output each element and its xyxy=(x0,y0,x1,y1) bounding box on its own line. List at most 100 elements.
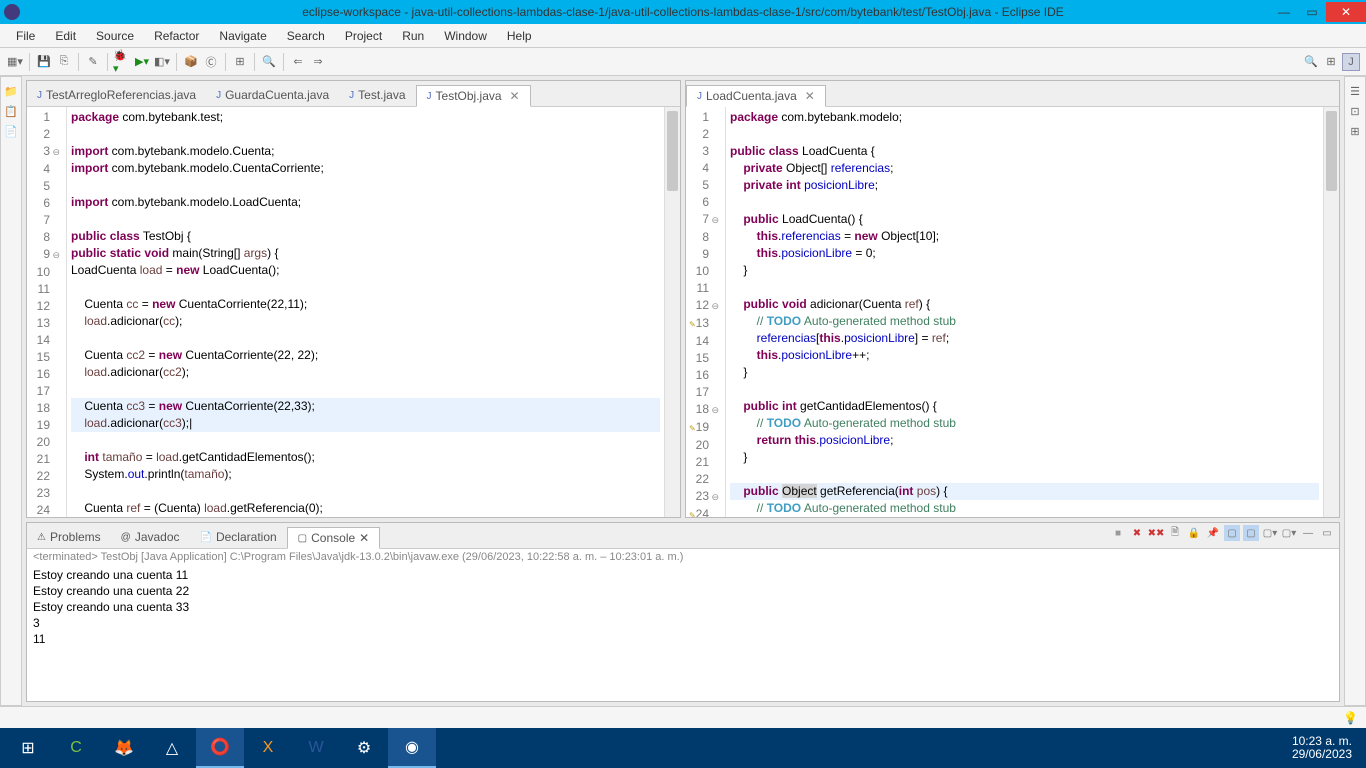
btab-problems[interactable]: ⚠ Problems xyxy=(27,526,111,548)
start-button[interactable]: ⊞ xyxy=(4,728,52,768)
btab-declaration[interactable]: 📄 Declaration xyxy=(190,526,287,548)
package-explorer-icon[interactable]: 📁 xyxy=(3,83,19,99)
new-icon[interactable]: ▦▾ xyxy=(6,53,24,71)
open-console-icon[interactable]: ▢▾ xyxy=(1262,525,1278,541)
btab-console[interactable]: ▢ Console ✕ xyxy=(287,527,381,549)
close-button[interactable]: ✕ xyxy=(1326,2,1366,22)
java-file-icon: J xyxy=(216,90,221,101)
bottom-pane: ⚠ Problems@ Javadoc📄 Declaration▢ Consol… xyxy=(26,522,1340,702)
editor-left: JTestArregloReferencias.javaJGuardaCuent… xyxy=(26,80,681,518)
pin-console-icon[interactable]: 📌 xyxy=(1205,525,1221,541)
minimize-button[interactable]: — xyxy=(1270,2,1298,22)
scroll-lock-icon[interactable]: 🔒 xyxy=(1186,525,1202,541)
nav-fwd-icon[interactable]: ⇒ xyxy=(309,53,327,71)
menu-window[interactable]: Window xyxy=(434,27,497,45)
tab-guardacuenta-java[interactable]: JGuardaCuenta.java xyxy=(206,84,339,106)
menu-project[interactable]: Project xyxy=(335,27,392,45)
paste-icon[interactable]: 📄 xyxy=(3,123,19,139)
task-chrome[interactable]: ⭕ xyxy=(196,728,244,768)
task-vlc[interactable]: △ xyxy=(148,728,196,768)
main-toolbar: ▦▾ 💾 ⎘ ✎ 🐞▾ ▶▾ ◧▾ 📦 Ⓒ ⊞ 🔍 ⇐ ⇒ 🔍 ⊞ J xyxy=(0,48,1366,76)
menu-source[interactable]: Source xyxy=(86,27,144,45)
editor-right: JLoadCuenta.java✕ 1234567⊖89101112⊖✎1314… xyxy=(685,80,1340,518)
task-camtasia[interactable]: C xyxy=(52,728,100,768)
minimize-view-icon[interactable]: — xyxy=(1300,525,1316,541)
save-all-icon[interactable]: ⎘ xyxy=(55,53,73,71)
run-icon[interactable]: ▶▾ xyxy=(133,53,151,71)
new-package-icon[interactable]: 📦 xyxy=(182,53,200,71)
menu-refactor[interactable]: Refactor xyxy=(144,27,209,45)
clock-date: 29/06/2023 xyxy=(1292,748,1352,761)
task-xampp[interactable]: X xyxy=(244,728,292,768)
editor-tabs-right: JLoadCuenta.java✕ xyxy=(686,81,1339,107)
menu-file[interactable]: File xyxy=(6,27,45,45)
menu-run[interactable]: Run xyxy=(392,27,434,45)
tab-testarregloreferencias-java[interactable]: JTestArregloReferencias.java xyxy=(27,84,206,106)
remove-launch-icon[interactable]: ✖ xyxy=(1129,525,1145,541)
console-output[interactable]: Estoy creando una cuenta 11Estoy creando… xyxy=(27,565,1339,701)
task-word[interactable]: W xyxy=(292,728,340,768)
save-icon[interactable]: 💾 xyxy=(35,53,53,71)
task-firefox[interactable]: 🦊 xyxy=(100,728,148,768)
quick-access-icon[interactable]: 🔍 xyxy=(1302,53,1320,71)
maximize-button[interactable]: ▭ xyxy=(1298,2,1326,22)
java-perspective-icon[interactable]: J xyxy=(1342,53,1360,71)
editor-tabs-left: JTestArregloReferencias.javaJGuardaCuent… xyxy=(27,81,680,107)
wand-icon[interactable]: ✎ xyxy=(84,53,102,71)
java-file-icon: J xyxy=(697,91,702,102)
gutter-left: 123⊖456789⊖10111213141516171819202122232… xyxy=(27,107,67,517)
btab-javadoc[interactable]: @ Javadoc xyxy=(111,526,190,548)
code-left[interactable]: package com.bytebank.test; import com.by… xyxy=(67,107,664,517)
remove-all-icon[interactable]: ✖✖ xyxy=(1148,525,1164,541)
titlebar: eclipse-workspace - java-util-collection… xyxy=(0,0,1366,24)
nav-back-icon[interactable]: ⇐ xyxy=(289,53,307,71)
show-console-icon[interactable]: ▢ xyxy=(1224,525,1240,541)
tab-testobj-java[interactable]: JTestObj.java✕ xyxy=(416,85,531,107)
menu-help[interactable]: Help xyxy=(497,27,542,45)
left-trim-stack: 📁 📋 📄 xyxy=(0,76,22,706)
code-right[interactable]: package com.bytebank.modelo; public clas… xyxy=(726,107,1323,517)
perspective-open-icon[interactable]: ⊞ xyxy=(1322,53,1340,71)
menu-navigate[interactable]: Navigate xyxy=(209,27,276,45)
scrollbar-right[interactable] xyxy=(1323,107,1339,517)
right-trim-stack: ☰ ⊡ ⊞ xyxy=(1344,76,1366,706)
tab-test-java[interactable]: JTest.java xyxy=(339,84,415,106)
menu-search[interactable]: Search xyxy=(277,27,335,45)
system-tray[interactable]: 10:23 a. m. 29/06/2023 xyxy=(1282,735,1362,761)
navigator-icon[interactable]: 📋 xyxy=(3,103,19,119)
terminate-icon[interactable]: ■ xyxy=(1110,525,1126,541)
search-icon[interactable]: 🔍 xyxy=(260,53,278,71)
new-console-icon[interactable]: ▢▾ xyxy=(1281,525,1297,541)
statusbar: 💡 xyxy=(0,706,1366,728)
gutter-right: 1234567⊖89101112⊖✎131415161718⊖✎19202122… xyxy=(686,107,726,517)
console-toolbar: ■ ✖ ✖✖ 🗎 🔒 📌 ▢ ▢ ▢▾ ▢▾ — ▭ xyxy=(1110,525,1335,541)
menubar: FileEditSourceRefactorNavigateSearchProj… xyxy=(0,24,1366,48)
close-tab-icon[interactable]: ✕ xyxy=(805,89,815,103)
outline-icon[interactable]: ⊡ xyxy=(1347,103,1363,119)
task-list-icon[interactable]: ☰ xyxy=(1347,83,1363,99)
task-eclipse[interactable]: ◉ xyxy=(388,728,436,768)
java-file-icon: J xyxy=(427,91,432,102)
tab-loadcuenta-java[interactable]: JLoadCuenta.java✕ xyxy=(686,85,826,107)
bottom-tabs: ⚠ Problems@ Javadoc📄 Declaration▢ Consol… xyxy=(27,523,1339,549)
tip-icon: 💡 xyxy=(1343,711,1358,725)
close-tab-icon[interactable]: ✕ xyxy=(359,531,369,545)
task-settings[interactable]: ⚙ xyxy=(340,728,388,768)
java-file-icon: J xyxy=(37,90,42,101)
open-type-icon[interactable]: ⊞ xyxy=(231,53,249,71)
windows-taskbar: ⊞ C 🦊 △ ⭕ X W ⚙ ◉ 10:23 a. m. 29/06/2023 xyxy=(0,728,1366,768)
coverage-icon[interactable]: ◧▾ xyxy=(153,53,171,71)
clear-console-icon[interactable]: 🗎 xyxy=(1167,525,1183,541)
scrollbar-left[interactable] xyxy=(664,107,680,517)
eclipse-icon xyxy=(4,4,20,20)
window-title: eclipse-workspace - java-util-collection… xyxy=(302,5,1064,19)
hierarchy-icon[interactable]: ⊞ xyxy=(1347,123,1363,139)
maximize-view-icon[interactable]: ▭ xyxy=(1319,525,1335,541)
new-class-icon[interactable]: Ⓒ xyxy=(202,53,220,71)
menu-edit[interactable]: Edit xyxy=(45,27,86,45)
close-tab-icon[interactable]: ✕ xyxy=(510,89,520,103)
console-header: <terminated> TestObj [Java Application] … xyxy=(27,549,1339,565)
java-file-icon: J xyxy=(349,90,354,101)
debug-icon[interactable]: 🐞▾ xyxy=(113,53,131,71)
display-icon[interactable]: ▢ xyxy=(1243,525,1259,541)
